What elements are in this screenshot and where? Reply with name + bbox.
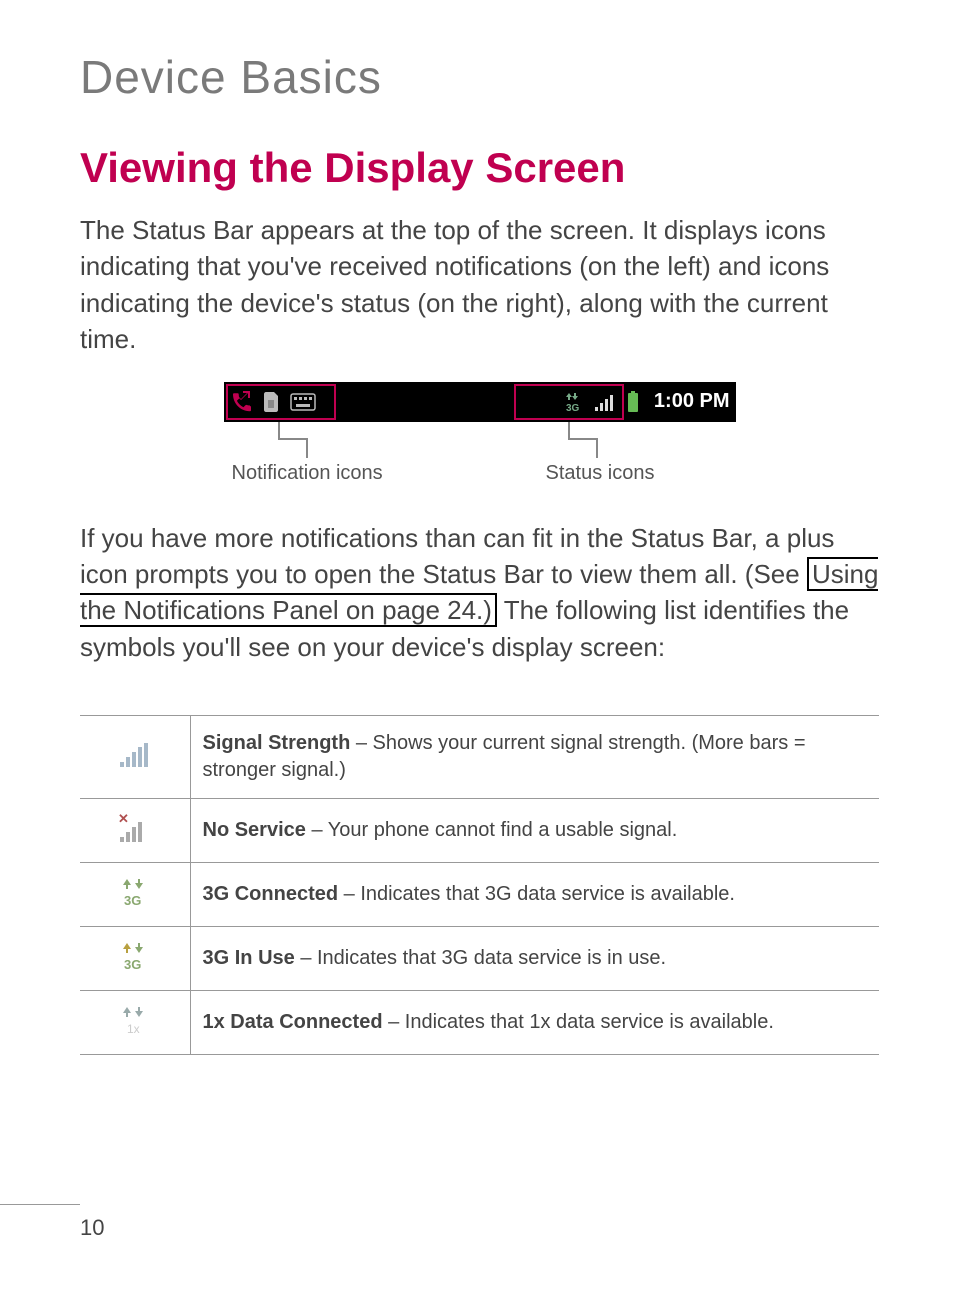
svg-text:3G: 3G <box>566 403 580 413</box>
table-row: 3G 3G Connected – Indicates that 3G data… <box>80 863 879 927</box>
table-row: Signal Strength – Shows your current sig… <box>80 716 879 799</box>
3g-connected-icon: 3G <box>80 863 190 927</box>
1x-data-connected-icon: 1x <box>80 991 190 1055</box>
second-paragraph: If you have more notifications than can … <box>80 520 879 666</box>
table-row: 1x 1x Data Connected – Indicates that 1x… <box>80 991 879 1055</box>
row-term: No Service <box>203 819 306 841</box>
status-icons-label: Status icons <box>546 462 655 485</box>
table-row: ✕ No Service – Your phone cannot find a … <box>80 799 879 863</box>
signal-strength-icon <box>80 716 190 799</box>
notification-icons-label: Notification icons <box>232 462 383 485</box>
svg-text:✕: ✕ <box>118 813 129 826</box>
svg-text:3G: 3G <box>124 957 141 971</box>
keyboard-icon <box>290 393 316 411</box>
statusbar-figure: 3G 1:00 PM Notification icons Status ico… <box>80 382 879 492</box>
row-term: 3G In Use <box>203 947 295 969</box>
table-row: 3G 3G In Use – Indicates that 3G data se… <box>80 927 879 991</box>
page-number: 10 <box>80 1215 104 1241</box>
intro-paragraph: The Status Bar appears at the top of the… <box>80 212 879 358</box>
row-desc: – Indicates that 3G data service is avai… <box>338 883 735 905</box>
row-term: 3G Connected <box>203 883 339 905</box>
row-desc: – Your phone cannot find a usable signal… <box>306 819 677 841</box>
footer-rule <box>0 1204 80 1205</box>
3g-icon: 3G <box>564 391 586 413</box>
missed-call-icon <box>230 390 254 414</box>
row-desc: – Indicates that 1x data service is avai… <box>383 1011 774 1033</box>
row-term: Signal Strength <box>203 732 351 754</box>
svg-text:1x: 1x <box>127 1022 140 1035</box>
no-service-icon: ✕ <box>80 799 190 863</box>
3g-in-use-icon: 3G <box>80 927 190 991</box>
row-term: 1x Data Connected <box>203 1011 383 1033</box>
row-desc: – Indicates that 3G data service is in u… <box>295 947 666 969</box>
chapter-title: Device Basics <box>80 50 879 104</box>
statusbar-image: 3G 1:00 PM <box>224 382 736 422</box>
statusbar-time: 1:00 PM <box>654 390 730 413</box>
section-title: Viewing the Display Screen <box>80 144 879 192</box>
svg-text:3G: 3G <box>124 893 141 907</box>
battery-icon <box>626 391 640 413</box>
sim-card-icon <box>262 390 282 414</box>
status-icons-table: Signal Strength – Shows your current sig… <box>80 715 879 1055</box>
signal-bars-icon <box>594 392 618 412</box>
